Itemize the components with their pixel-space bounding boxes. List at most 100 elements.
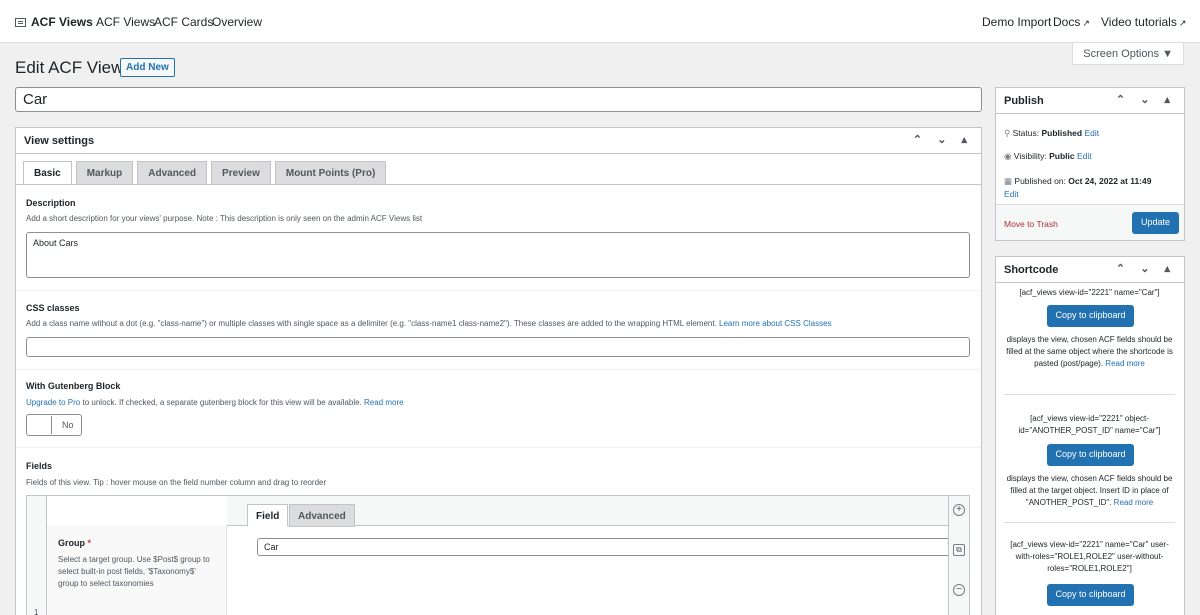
- duplicate-row-icon[interactable]: ⧉: [953, 544, 965, 556]
- add-row-icon[interactable]: +: [953, 504, 965, 516]
- publish-header[interactable]: Publish ⌃ ⌄ ▴: [996, 88, 1184, 114]
- gutenberg-toggle[interactable]: No: [26, 414, 82, 436]
- status-row: ⚲ Status: Published Edit: [1004, 128, 1099, 139]
- copy-to-clipboard-button[interactable]: Copy to clipboard: [1047, 584, 1134, 606]
- divider: [1004, 522, 1175, 523]
- move-collapse-icons[interactable]: ⌃ ⌄ ▴: [1116, 93, 1176, 106]
- logo-label: ACF Views: [31, 15, 93, 29]
- copy-to-clipboard-button[interactable]: Copy to clipboard: [1047, 305, 1134, 327]
- group-label-text: Group: [58, 538, 85, 548]
- shortcode-description: displays the view, chosen ACF fields sho…: [1004, 334, 1175, 370]
- post-title-input[interactable]: Car: [15, 87, 982, 112]
- read-more-link[interactable]: Read more: [1105, 359, 1145, 368]
- move-collapse-icons[interactable]: ⌃ ⌄ ▴: [1116, 262, 1176, 275]
- view-settings-header[interactable]: View settings ⌃ ⌄ ▴: [16, 128, 981, 154]
- publish-actions: Move to Trash Update: [996, 204, 1184, 240]
- calendar-icon: ▦: [1004, 176, 1013, 186]
- view-settings-box: View settings ⌃ ⌄ ▴ Basic Markup Advance…: [15, 127, 982, 615]
- gutenberg-read-more-link[interactable]: Read more: [364, 398, 404, 407]
- tab-markup[interactable]: Markup: [75, 161, 134, 185]
- visibility-value: Public: [1049, 151, 1075, 161]
- eye-icon: ◉: [1004, 151, 1012, 161]
- description-textarea[interactable]: About Cars: [26, 232, 970, 278]
- fields-repeater: 1 Field Advanced Group * Select a target…: [26, 495, 970, 615]
- field-tab-field[interactable]: Field: [247, 504, 289, 527]
- status-edit-link[interactable]: Edit: [1084, 128, 1099, 138]
- css-classes-help: Add a class name without a dot (e.g. "cl…: [26, 319, 832, 328]
- description-help: Add a short description for your views' …: [26, 214, 423, 223]
- update-button[interactable]: Update: [1132, 212, 1179, 234]
- group-select-value: Car: [264, 542, 279, 552]
- upgrade-to-pro-link[interactable]: Upgrade to Pro: [26, 398, 80, 407]
- view-settings-title: View settings: [24, 135, 95, 147]
- tab-basic[interactable]: Basic: [23, 161, 72, 185]
- nav-acf-views[interactable]: ACF Views: [96, 15, 155, 29]
- divider: [1004, 394, 1175, 395]
- plugin-logo[interactable]: ACF Views: [15, 15, 93, 29]
- status-value: Published: [1041, 128, 1083, 138]
- toggle-knob: [28, 416, 52, 434]
- row-number: 1: [34, 608, 39, 615]
- row-handle[interactable]: 1: [27, 496, 47, 615]
- external-link-icon: ↗: [1178, 18, 1187, 28]
- pin-icon: ⚲: [1004, 128, 1011, 138]
- published-value: Oct 24, 2022 at 11:49: [1068, 176, 1152, 186]
- group-label: Group *: [58, 538, 91, 548]
- tab-advanced[interactable]: Advanced: [137, 161, 208, 185]
- published-row: ▦ Published on: Oct 24, 2022 at 11:49 Ed…: [1004, 175, 1180, 201]
- tab-mount-points[interactable]: Mount Points (Pro): [274, 161, 387, 185]
- read-more-link[interactable]: Read more: [1114, 498, 1154, 507]
- tab-divider: [16, 184, 981, 185]
- css-classes-learn-more-link[interactable]: Learn more about CSS Classes: [719, 319, 832, 328]
- move-to-trash-link[interactable]: Move to Trash: [1004, 219, 1058, 229]
- gutenberg-help: Upgrade to Pro to unlock. If checked, a …: [26, 398, 404, 407]
- nav-acf-cards[interactable]: ACF Cards: [154, 15, 213, 29]
- external-link-icon: ↗: [1082, 18, 1090, 28]
- nav-video-tutorials[interactable]: Video tutorials ↗: [1101, 15, 1186, 29]
- gutenberg-help-text: to unlock. If checked, a separate gutenb…: [82, 398, 362, 407]
- shortcode-box: Shortcode ⌃ ⌄ ▴ [acf_views view-id="2221…: [995, 256, 1185, 615]
- nav-docs[interactable]: Docs ↗: [1053, 15, 1090, 29]
- shortcode-code[interactable]: [acf_views view-id="2221" name="Car"]: [1004, 287, 1175, 299]
- gutenberg-label: With Gutenberg Block: [26, 381, 121, 391]
- nav-overview[interactable]: Overview: [212, 15, 262, 29]
- docs-label: Docs: [1053, 15, 1081, 29]
- visibility-edit-link[interactable]: Edit: [1077, 151, 1092, 161]
- nav-demo-import[interactable]: Demo Import: [982, 15, 1051, 29]
- toggle-label: No: [62, 420, 74, 430]
- divider: [16, 369, 981, 370]
- publish-title: Publish: [1004, 95, 1044, 107]
- visibility-row: ◉ Visibility: Public Edit: [1004, 151, 1092, 162]
- field-tab-advanced[interactable]: Advanced: [289, 504, 355, 527]
- published-label: Published on:: [1014, 176, 1066, 186]
- css-classes-input[interactable]: [26, 337, 970, 357]
- shortcode-header[interactable]: Shortcode ⌃ ⌄ ▴: [996, 257, 1184, 283]
- field-row: Field Advanced Group * Select a target g…: [47, 496, 960, 615]
- settings-tabs: Basic Markup Advanced Preview Mount Poin…: [23, 161, 387, 185]
- fields-label: Fields: [26, 461, 53, 471]
- video-label: Video tutorials: [1101, 15, 1177, 29]
- publish-box: Publish ⌃ ⌄ ▴ ⚲ Status: Published Edit ◉…: [995, 87, 1185, 241]
- screen-options-button[interactable]: Screen Options ▼: [1072, 43, 1184, 65]
- shortcode-description: displays the view, chosen ACF fields sho…: [1004, 473, 1175, 509]
- add-new-button[interactable]: Add New: [120, 58, 175, 77]
- tab-preview[interactable]: Preview: [211, 161, 271, 185]
- fields-help: Fields of this view. Tip : hover mouse o…: [26, 478, 327, 487]
- shortcode-code[interactable]: [acf_views view-id="2221" object-id="ANO…: [1004, 413, 1175, 437]
- field-tabs-bar: Field Advanced: [227, 496, 950, 527]
- visibility-label: Visibility:: [1013, 151, 1047, 161]
- group-select[interactable]: Car▼: [257, 538, 960, 556]
- shortcode-title: Shortcode: [1004, 264, 1059, 276]
- remove-row-icon[interactable]: −: [953, 584, 965, 596]
- shortcode-code[interactable]: [acf_views view-id="2221" name="Car" use…: [1004, 539, 1175, 575]
- group-help: Select a target group. Use $Post$ group …: [58, 555, 210, 588]
- status-label: Status:: [1012, 128, 1040, 138]
- published-edit-link[interactable]: Edit: [1004, 189, 1019, 199]
- css-classes-help-text: Add a class name without a dot (e.g. "cl…: [26, 319, 717, 328]
- description-label: Description: [26, 198, 76, 208]
- copy-to-clipboard-button[interactable]: Copy to clipboard: [1047, 444, 1134, 466]
- row-tools: + ⧉ −: [948, 496, 969, 615]
- required-mark: *: [87, 538, 92, 548]
- views-icon: [15, 17, 26, 27]
- move-collapse-icons[interactable]: ⌃ ⌄ ▴: [913, 133, 973, 146]
